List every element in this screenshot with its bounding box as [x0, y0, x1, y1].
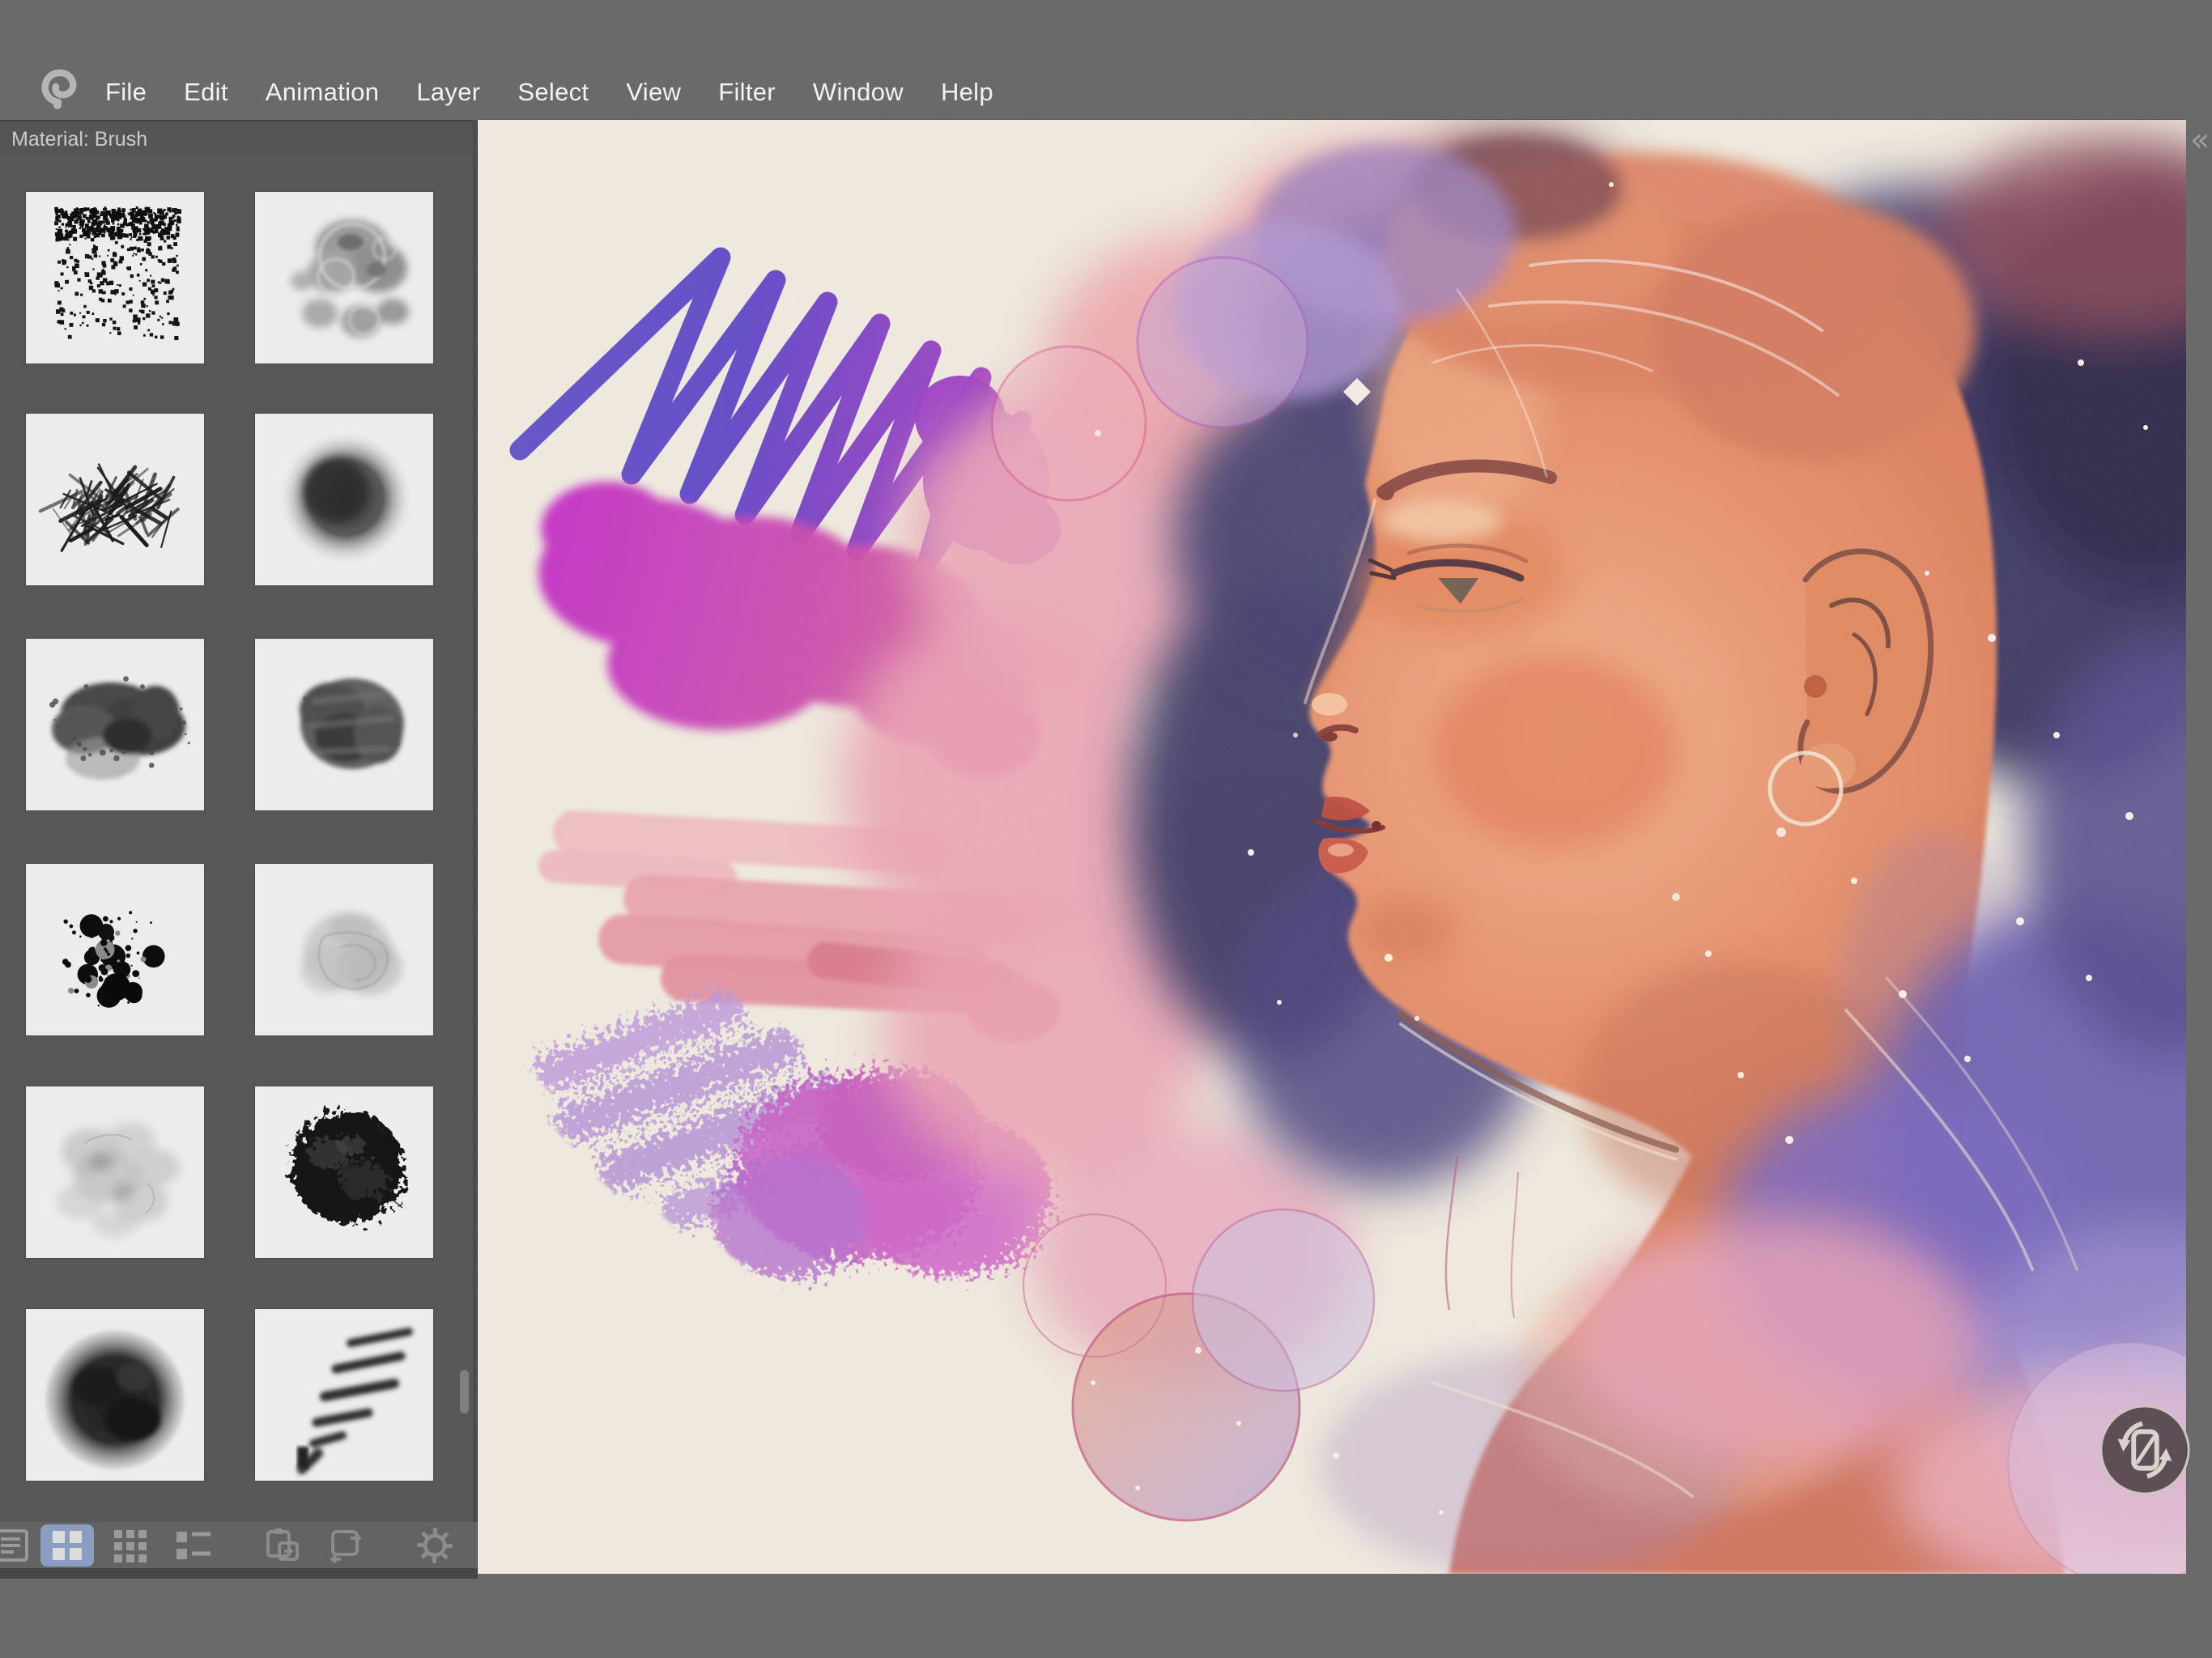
menu-item-layer[interactable]: Layer [416, 78, 480, 107]
menu-item-edit[interactable]: Edit [184, 78, 228, 107]
panel-bottom-border [0, 1568, 478, 1579]
tree-view-button[interactable] [0, 1522, 36, 1568]
doc-list-icon [0, 1528, 33, 1563]
material-panel-title: Material: Brush [11, 128, 147, 151]
scratchy-hatch-strokes-brush-tip[interactable] [26, 414, 204, 585]
paste-material-button[interactable] [251, 1522, 314, 1568]
material-panel-toolbar [0, 1522, 478, 1568]
dark-watercolor-strokes-brush-tip[interactable] [255, 639, 433, 810]
clip-studio-paint-window: { "app": { "name_hint": "paint-app", "lo… [0, 0, 2212, 1658]
panel-scrollbar[interactable] [460, 1370, 469, 1414]
blurred-diagonal-dashes-brush-tip[interactable] [255, 1309, 433, 1481]
grid2-icon [49, 1528, 85, 1562]
menu-item-file[interactable]: File [105, 78, 147, 107]
brush-thumbnail-grid [0, 155, 478, 1522]
menu-item-filter[interactable]: Filter [718, 78, 776, 107]
list-detail-icon [175, 1528, 212, 1562]
collapse-panel-chevron-icon[interactable]: « [2188, 121, 2212, 159]
material-panel-header: Material: Brush [0, 120, 478, 155]
clip-studio-logo-icon [36, 66, 84, 115]
grid3-icon [113, 1528, 148, 1562]
soft-charcoal-ball-brush-tip[interactable] [26, 1309, 204, 1481]
menu-bar: File Edit Animation Layer Select View Filter Wi… [0, 0, 2212, 120]
light-mottled-stain-brush-tip[interactable] [255, 864, 433, 1035]
rotate-canvas-button[interactable] [2097, 1402, 2193, 1498]
material-brush-panel: Material: Brush [0, 120, 478, 1579]
menu-item-select[interactable]: Select [517, 78, 589, 107]
transfer-material-button[interactable] [314, 1522, 377, 1568]
paste-icon [263, 1527, 302, 1564]
menu-item-help[interactable]: Help [941, 78, 993, 107]
menu-item-window[interactable]: Window [813, 78, 904, 107]
ink-splatter-dots-brush-tip[interactable] [26, 864, 204, 1035]
small-thumbnail-view-button[interactable] [99, 1522, 162, 1568]
light-smoke-clouds-brush-tip[interactable] [26, 1086, 204, 1258]
watercolor-artwork [478, 120, 2186, 1574]
transfer-icon [326, 1527, 365, 1564]
canvas-area[interactable] [478, 120, 2186, 1574]
dissolve-noise-gradient-brush-tip[interactable] [26, 192, 204, 363]
dark-watercolor-splat-brush-tip[interactable] [26, 639, 204, 810]
detail-list-view-button[interactable] [162, 1522, 225, 1568]
gear-icon [416, 1527, 453, 1564]
settings-button[interactable] [403, 1522, 466, 1568]
rough-charcoal-blob-brush-tip[interactable] [255, 1086, 433, 1258]
blurred-stain-outline-brush-tip[interactable] [255, 192, 433, 363]
soft-airbrush-blob-brush-tip[interactable] [255, 414, 433, 585]
paper-texture [478, 120, 2186, 1574]
large-thumbnail-view-button[interactable] [40, 1524, 94, 1567]
menu-item-animation[interactable]: Animation [266, 78, 380, 107]
menu-items: File Edit Animation Layer Select View Filter Wi… [105, 70, 993, 115]
menu-item-view[interactable]: View [626, 78, 681, 107]
